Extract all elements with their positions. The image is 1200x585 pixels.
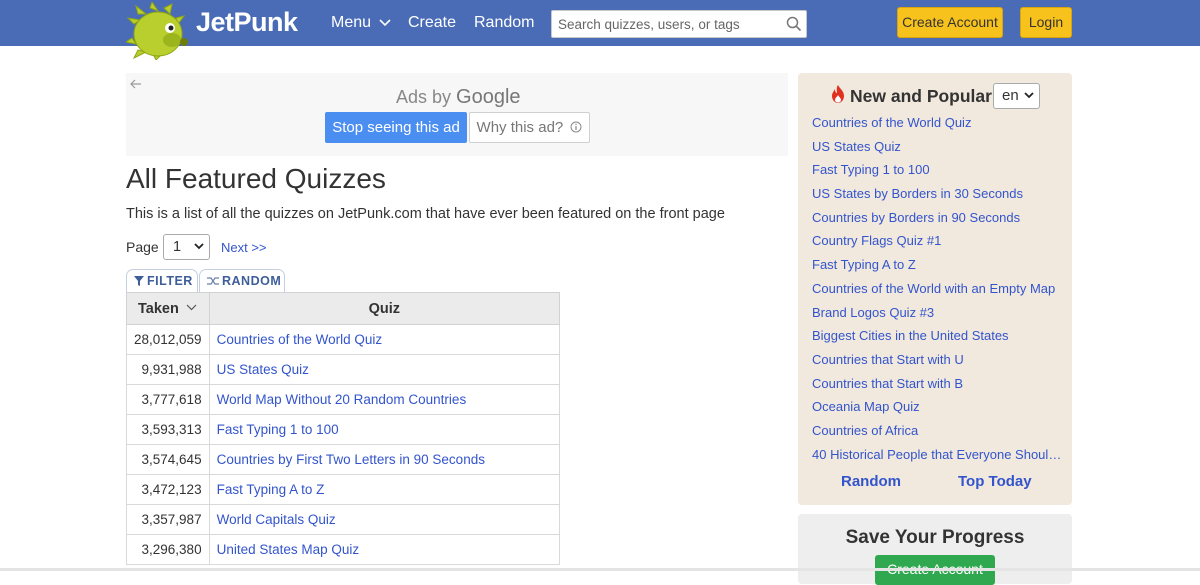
list-item[interactable]: Countries by Borders in 90 Seconds [812, 210, 1064, 234]
page-select[interactable]: 1 [163, 234, 210, 260]
quiz-link[interactable]: World Capitals Quiz [208, 504, 561, 535]
taken-column-header[interactable]: Taken [126, 292, 210, 325]
back-arrow-icon[interactable] [129, 77, 143, 91]
ads-by-text: Ads by [396, 87, 452, 107]
table-row: 3,593,313 Fast Typing 1 to 100 [126, 414, 561, 445]
list-item[interactable]: Countries that Start with U [812, 352, 1064, 376]
save-progress-title: Save Your Progress [845, 527, 1025, 548]
panel-title: New and Popular [850, 86, 992, 106]
nav-menu-label: Menu [331, 14, 372, 31]
search-box [551, 10, 807, 38]
page-label: Page [126, 239, 159, 255]
chevron-down-icon [194, 243, 204, 250]
table-row: 3,357,987 World Capitals Quiz [126, 504, 561, 535]
list-item[interactable]: Biggest Cities in the United States [812, 328, 1064, 352]
popular-quiz-list: Countries of the World Quiz US States Qu… [812, 115, 1064, 470]
nav-create[interactable]: Create [408, 14, 456, 32]
quiz-link[interactable]: US States Quiz [208, 354, 561, 385]
table-row: 3,296,380 United States Map Quiz [126, 534, 561, 565]
page-title: All Featured Quizzes [126, 163, 386, 194]
table-row: 9,931,988 US States Quiz [126, 354, 561, 385]
random-tab[interactable]: RANDOM [199, 269, 285, 293]
list-item[interactable]: Brand Logos Quiz #3 [812, 305, 1064, 329]
taken-count: 28,012,059 [126, 324, 210, 355]
chevron-down-icon [379, 19, 392, 26]
table-header-row: Taken Quiz [126, 292, 561, 325]
chevron-down-icon [186, 304, 197, 310]
list-item[interactable]: 40 Historical People that Everyone Shoul… [812, 447, 1064, 471]
top-today-link[interactable]: Top Today [958, 473, 1032, 490]
list-item[interactable]: US States Quiz [812, 139, 1064, 163]
language-select[interactable]: en [993, 83, 1040, 109]
list-item[interactable]: Countries of the World Quiz [812, 115, 1064, 139]
why-this-ad-button[interactable]: Why this ad? [469, 112, 590, 143]
search-icon[interactable] [786, 16, 802, 32]
save-progress-panel: Save Your Progress Create Account [798, 514, 1072, 585]
quiz-link[interactable]: World Map Without 20 Random Countries [208, 384, 561, 415]
table-row: 3,574,645 Countries by First Two Letters … [126, 444, 561, 475]
why-this-ad-label: Why this ad? [476, 119, 564, 136]
quiz-link[interactable]: Countries by First Two Letters in 90 Sec… [208, 444, 561, 475]
stop-seeing-ad-button[interactable]: Stop seeing this ad [325, 112, 467, 143]
quiz-link[interactable]: United States Map Quiz [208, 534, 561, 565]
top-navigation-bar: JetPunk Menu Create Random Create Accoun… [0, 0, 1200, 60]
search-input[interactable] [552, 11, 778, 37]
shuffle-icon [207, 277, 219, 285]
ads-by-label: Ads by Google [396, 86, 521, 109]
filter-icon [134, 276, 144, 286]
login-button[interactable]: Login [1020, 7, 1072, 38]
list-item[interactable]: Countries of Africa [812, 423, 1064, 447]
next-page-link[interactable]: Next >> [221, 240, 267, 255]
taken-count: 9,931,988 [126, 354, 210, 385]
taken-count: 3,777,618 [126, 384, 210, 415]
quiz-column-header: Quiz [208, 292, 561, 325]
language-select-value: en [1002, 87, 1019, 104]
ad-container: Ads by Google Stop seeing this ad Why th… [126, 73, 788, 156]
list-item[interactable]: Country Flags Quiz #1 [812, 233, 1064, 257]
flame-icon [832, 85, 844, 103]
taken-count: 3,472,123 [126, 474, 210, 505]
nav-random[interactable]: Random [474, 14, 534, 32]
taken-count: 3,593,313 [126, 414, 210, 445]
taken-header-label: Taken [138, 300, 179, 317]
list-item[interactable]: Fast Typing 1 to 100 [812, 162, 1064, 186]
list-item[interactable]: US States by Borders in 30 Seconds [812, 186, 1064, 210]
quiz-link[interactable]: Countries of the World Quiz [208, 324, 561, 355]
taken-count: 3,574,645 [126, 444, 210, 475]
list-item[interactable]: Countries of the World with an Empty Map [812, 281, 1064, 305]
quiz-link[interactable]: Fast Typing A to Z [208, 474, 561, 505]
featured-quizzes-table: Taken Quiz 28,012,059 Countries of the Wo… [126, 292, 561, 565]
new-and-popular-panel: New and Popular en Countries of the Worl… [798, 73, 1072, 505]
page-description: This is a list of all the quizzes on Jet… [126, 206, 725, 222]
taken-count: 3,357,987 [126, 504, 210, 535]
page-select-value: 1 [173, 239, 182, 255]
list-item[interactable]: Fast Typing A to Z [812, 257, 1064, 281]
taken-count: 3,296,380 [126, 534, 210, 565]
table-row: 28,012,059 Countries of the World Quiz [126, 324, 561, 355]
list-item[interactable]: Countries that Start with B [812, 376, 1064, 400]
list-item[interactable]: Oceania Map Quiz [812, 399, 1064, 423]
table-row: 3,777,618 World Map Without 20 Random Cou… [126, 384, 561, 415]
create-account-button[interactable]: Create Account [897, 7, 1003, 38]
filter-tab-label: FILTER [147, 274, 193, 288]
google-wordmark: Google [456, 86, 521, 108]
nav-menu[interactable]: Menu [331, 14, 392, 32]
chevron-down-icon [1024, 92, 1034, 99]
filter-tab[interactable]: FILTER [126, 269, 198, 293]
table-row: 3,472,123 Fast Typing A to Z [126, 474, 561, 505]
random-tab-label: RANDOM [222, 274, 282, 288]
random-quiz-link[interactable]: Random [841, 473, 901, 490]
logo-text[interactable]: JetPunk [196, 7, 298, 38]
info-icon [570, 121, 582, 133]
quiz-link[interactable]: Fast Typing 1 to 100 [208, 414, 561, 445]
